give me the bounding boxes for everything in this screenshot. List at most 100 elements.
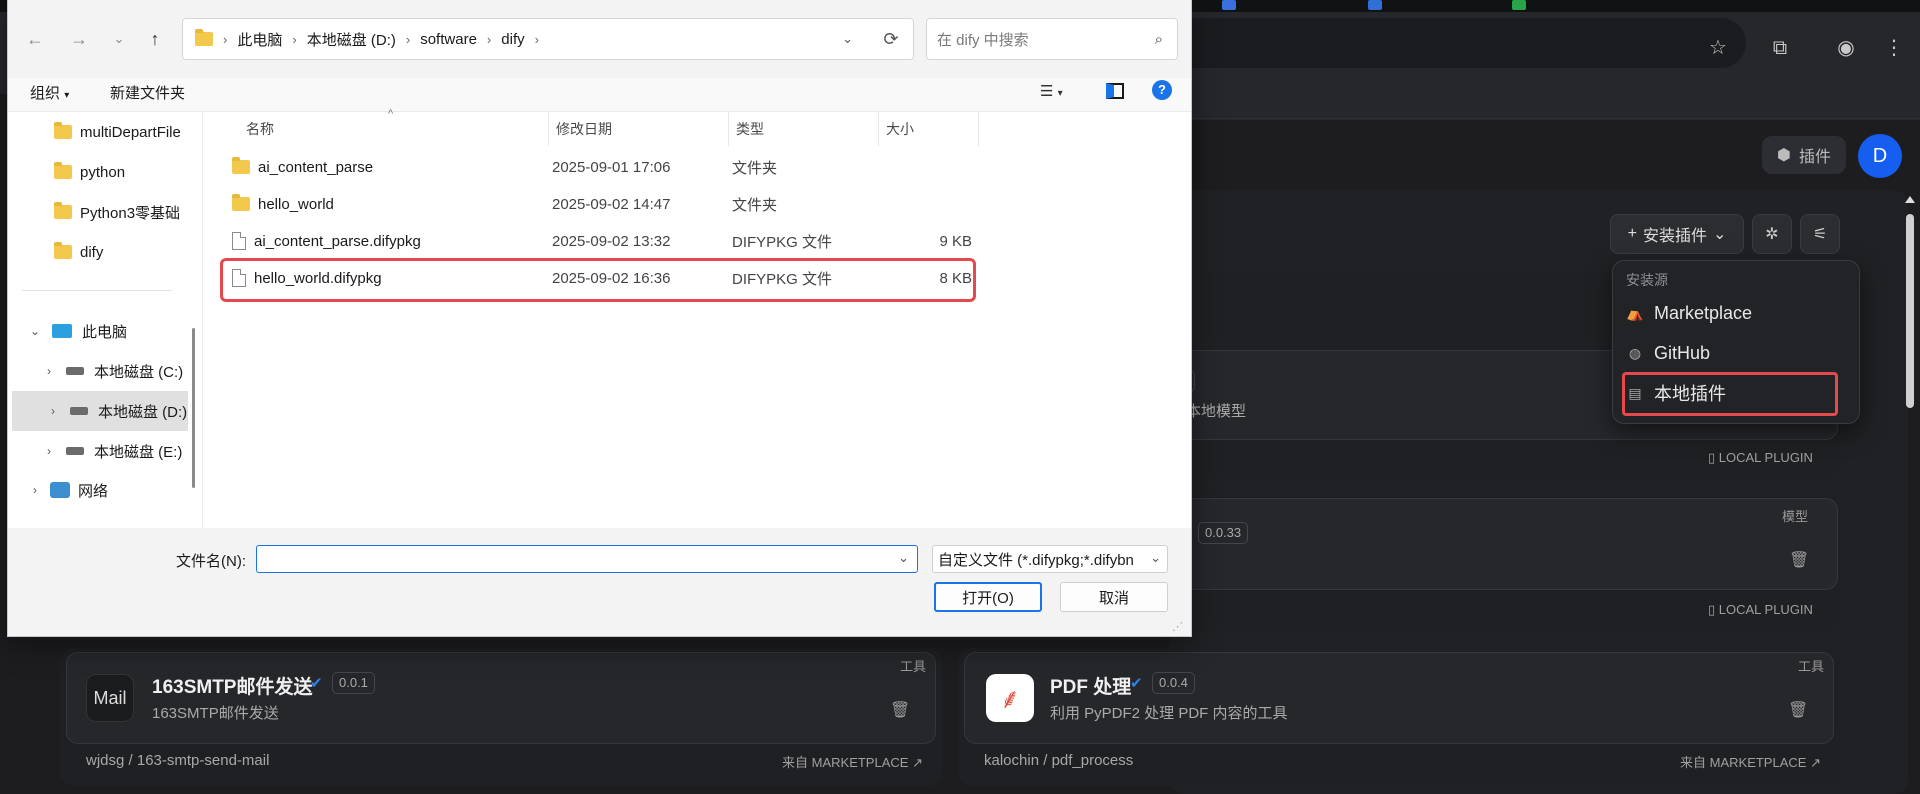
plus-icon: + — [1627, 225, 1637, 242]
menu-title: 安装源 — [1626, 272, 1668, 288]
github-icon: ◍ — [1628, 344, 1642, 361]
column-divider[interactable] — [548, 112, 549, 146]
nav-item-folder[interactable]: python — [8, 152, 183, 192]
chevron-right-icon[interactable]: › — [28, 483, 42, 497]
plugin-source[interactable]: 来自 MARKETPLACE ↗ — [782, 752, 923, 771]
nav-scrollbar[interactable] — [192, 328, 195, 488]
folder-icon — [232, 157, 250, 174]
plugin-source[interactable]: 来自 MARKETPLACE ↗ — [1680, 752, 1821, 771]
arrow-up-right-icon: ↗ — [1810, 755, 1821, 770]
arrow-up-right-icon: ↗ — [912, 755, 923, 770]
address-bar[interactable] — [1150, 18, 1746, 68]
help-icon[interactable]: ? — [1152, 80, 1172, 100]
search-icon: ⌕ — [1154, 30, 1163, 48]
tab-favicon[interactable] — [1512, 0, 1526, 10]
trash-icon[interactable]: 🗑 — [1789, 550, 1809, 570]
chevron-right-icon[interactable]: › — [42, 364, 56, 378]
profile-icon[interactable]: ◉ — [1832, 34, 1860, 62]
avatar[interactable]: D — [1858, 134, 1902, 178]
extensions-icon[interactable]: ⧉ — [1766, 34, 1794, 62]
plugin-name: 163SMTP邮件发送 — [152, 677, 313, 698]
tab-favicon[interactable] — [1368, 0, 1382, 10]
column-header-size[interactable]: 大小 — [886, 112, 914, 146]
highlight-annotation — [220, 258, 976, 302]
verified-icon: ✔ — [1130, 675, 1143, 692]
column-header-name[interactable]: 名称 — [246, 112, 274, 146]
column-header-date[interactable]: 修改日期 — [556, 112, 612, 146]
nav-item-folder[interactable]: multiDepartFile — [8, 112, 183, 152]
refresh-icon[interactable]: ⟳ — [878, 26, 904, 52]
back-arrow-icon[interactable]: ← — [22, 26, 48, 52]
trash-icon[interactable]: 🗑 — [1788, 700, 1808, 720]
plugins-button[interactable]: ⬢ 插件 — [1762, 136, 1846, 174]
file-row[interactable]: ai_content_parse 2025-09-01 17:06 文件夹 — [222, 149, 974, 185]
breadcrumb-item[interactable]: dify — [501, 31, 524, 48]
browser-menu-icon[interactable]: ⋮ — [1880, 34, 1908, 62]
new-folder-button[interactable]: 新建文件夹 — [110, 82, 185, 103]
view-options-icon[interactable]: ☰ ▾ — [1040, 82, 1063, 100]
plugin-name: PDF 处理 — [1050, 677, 1132, 698]
chevron-right-icon[interactable]: › — [46, 404, 60, 418]
nav-item-drive-e[interactable]: › 本地磁盘 (E:) — [8, 431, 183, 471]
drive-icon — [66, 367, 84, 375]
address-dropdown-icon[interactable]: ⌄ — [842, 31, 853, 47]
nav-item-drive-d[interactable]: › 本地磁盘 (D:) — [12, 391, 188, 431]
resize-grip-icon[interactable]: ⋰ — [1172, 620, 1183, 633]
organize-button[interactable]: 组织 ▾ — [30, 82, 69, 103]
breadcrumb-item[interactable]: 本地磁盘 (D:) — [307, 29, 396, 50]
computer-icon — [52, 324, 72, 338]
address-breadcrumb[interactable]: › 此电脑 › 本地磁盘 (D:) › software › dify › ⌄ — [182, 18, 914, 60]
forward-arrow-icon[interactable]: → — [66, 26, 92, 52]
chevron-down-icon[interactable]: ⌄ — [28, 324, 42, 338]
plugin-desc: 利用 PyPDF2 处理 PDF 内容的工具 — [1050, 705, 1288, 722]
install-plugin-button[interactable]: + 安装插件 ⌄ — [1610, 214, 1744, 254]
nav-item-network[interactable]: › 网络 — [8, 470, 183, 510]
scroll-up-arrow-icon[interactable] — [1905, 196, 1915, 203]
tab-favicon[interactable] — [1222, 0, 1236, 10]
up-arrow-icon[interactable]: ↑ — [142, 26, 168, 52]
highlight-annotation — [1622, 372, 1838, 416]
menu-item-github[interactable]: ◍ GitHub — [1622, 334, 1852, 372]
trash-icon[interactable]: 🗑 — [890, 700, 910, 720]
plugin-card[interactable] — [1170, 498, 1838, 590]
bookmark-star-icon[interactable]: ☆ — [1704, 34, 1732, 62]
debug-button[interactable]: ✲ — [1752, 214, 1792, 254]
filetype-select[interactable]: 自定义文件 (*.difypkg;*.difybn ⌄ — [932, 545, 1168, 573]
plugin-owner: wjdsg / 163-smtp-send-mail — [86, 752, 270, 769]
column-divider[interactable] — [878, 112, 879, 146]
chevron-down-icon[interactable]: ⌄ — [898, 550, 909, 566]
folder-icon — [232, 194, 250, 211]
version-badge: 0.0.4 — [1152, 672, 1195, 694]
filter-settings-button[interactable]: ⚟ — [1800, 214, 1840, 254]
nav-item-this-pc[interactable]: ⌄ 此电脑 — [8, 311, 183, 351]
filename-input[interactable]: ⌄ — [256, 545, 918, 573]
column-header-type[interactable]: 类型 — [736, 112, 764, 146]
recent-chevron-down-icon[interactable]: ⌄ — [106, 26, 132, 52]
chevron-down-icon: ⌄ — [1147, 550, 1161, 566]
column-divider[interactable] — [978, 112, 979, 146]
cancel-button[interactable]: 取消 — [1060, 582, 1168, 612]
breadcrumb-item[interactable]: software — [420, 31, 477, 48]
menu-item-marketplace[interactable]: ⛺ Marketplace — [1622, 294, 1852, 332]
drive-icon — [70, 407, 88, 415]
nav-item-folder[interactable]: dify — [8, 232, 183, 272]
nav-item-folder[interactable]: Python3零基础 — [8, 192, 183, 232]
breadcrumb-item[interactable]: 此电脑 — [237, 29, 282, 50]
mail-icon: Mail — [86, 674, 134, 722]
file-row[interactable]: hello_world 2025-09-02 14:47 文件夹 — [222, 186, 974, 222]
open-button[interactable]: 打开(O) — [934, 582, 1042, 612]
search-input[interactable]: 在 dify 中搜索 ⌕ — [926, 18, 1178, 60]
version-badge: 0.0.33 — [1198, 522, 1249, 544]
plugin-desc: 163SMTP邮件发送 — [152, 705, 279, 722]
plugin-desc: 本地模型 — [1186, 403, 1247, 420]
file-row[interactable]: ai_content_parse.difypkg 2025-09-02 13:3… — [222, 223, 974, 259]
column-divider[interactable] — [728, 112, 729, 146]
cube-icon: ⬢ — [1777, 147, 1791, 164]
folder-icon — [54, 202, 72, 219]
plugin-source: ▯ LOCAL PLUGIN — [1708, 602, 1813, 617]
preview-pane-icon[interactable] — [1106, 83, 1124, 99]
scrollbar-thumb[interactable] — [1906, 214, 1914, 408]
nav-item-drive-c[interactable]: › 本地磁盘 (C:) — [8, 351, 183, 391]
plugin-tag: 模型 — [1782, 509, 1809, 524]
chevron-right-icon[interactable]: › — [42, 444, 56, 458]
